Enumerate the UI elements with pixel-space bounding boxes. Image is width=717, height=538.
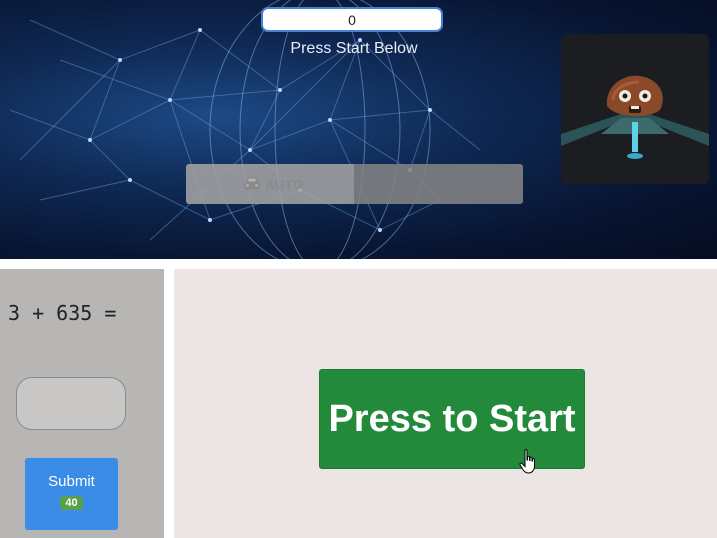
instruction-text: Press Start Below — [290, 40, 418, 57]
math-equation: 3 + 635 = — [8, 301, 117, 325]
quiz-panel: 3 + 635 = Submit 40 — [0, 269, 164, 538]
auto-mode-label: AUTO — [265, 176, 304, 192]
game-area: Press to Start — [174, 269, 717, 538]
hand-cursor-icon — [519, 449, 535, 474]
submit-label: Submit — [48, 473, 95, 490]
manual-mode-button[interactable] — [354, 164, 523, 204]
potato-avatar — [561, 34, 709, 184]
header-banner: 0 Press Start Below AUTO — [0, 0, 717, 259]
car-icon — [244, 177, 260, 191]
start-button[interactable]: Press to Start — [319, 369, 585, 469]
potato-character-image — [561, 34, 709, 184]
auto-mode-button[interactable]: AUTO — [186, 164, 354, 204]
mode-toggle[interactable]: AUTO — [186, 164, 523, 204]
submit-count-badge: 40 — [60, 496, 83, 510]
score-field[interactable]: 0 — [261, 7, 443, 32]
submit-button[interactable]: Submit 40 — [25, 458, 118, 530]
answer-input[interactable] — [16, 377, 126, 430]
